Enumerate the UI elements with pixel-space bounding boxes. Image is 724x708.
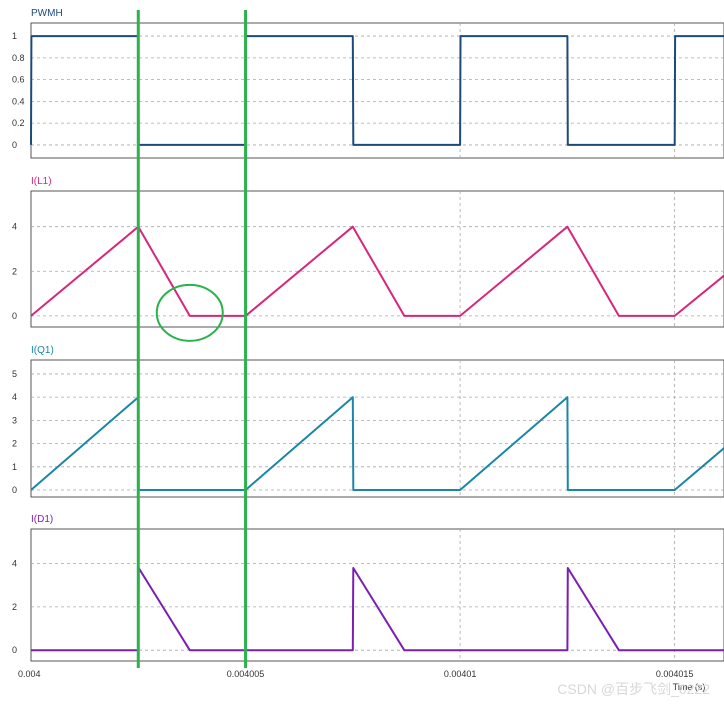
- panel-title: PWMH: [31, 8, 63, 19]
- y-tick-label: 2: [12, 602, 17, 612]
- y-tick-label: 0: [12, 140, 17, 150]
- y-tick-label: 2: [12, 266, 17, 276]
- y-tick-label: 1: [12, 31, 17, 41]
- y-tick-label: 3: [12, 415, 17, 425]
- y-tick-label: 0.4: [12, 96, 25, 106]
- panel-frame: [30, 22, 724, 159]
- panel-frame: [30, 528, 724, 662]
- x-tick-label: 0.004015: [656, 669, 694, 679]
- y-tick-label: 0.2: [12, 118, 25, 128]
- y-tick-label: 4: [12, 222, 17, 232]
- watermark: CSDN @百步飞剑_0222: [557, 681, 710, 697]
- panel-title: I(Q1): [31, 345, 54, 356]
- panel-frame: [30, 190, 724, 328]
- y-tick-label: 1: [12, 462, 17, 472]
- y-tick-label: 2: [12, 439, 17, 449]
- y-tick-label: 0.6: [12, 75, 25, 85]
- panel-frame: [30, 359, 724, 498]
- y-tick-label: 0: [12, 311, 17, 321]
- y-tick-label: 5: [12, 369, 17, 379]
- x-tick-label: 0.00401: [444, 669, 477, 679]
- chart-canvas: 1 0.8 0.6 0.4 0.2 0 PWMH 4 2 0 I(L1) 5 4 3 2 1 0 I(Q1) 4 2 0…: [12, 8, 724, 697]
- y-tick-label: 0: [12, 485, 17, 495]
- y-tick-label: 0.8: [12, 53, 25, 63]
- panel-title: I(D1): [31, 514, 53, 525]
- x-tick-label: 0.004: [18, 669, 41, 679]
- y-tick-label: 4: [12, 559, 17, 569]
- y-tick-label: 0: [12, 645, 17, 655]
- panel-title: I(L1): [31, 176, 52, 187]
- y-tick-label: 4: [12, 392, 17, 402]
- x-tick-label: 0.004005: [227, 669, 265, 679]
